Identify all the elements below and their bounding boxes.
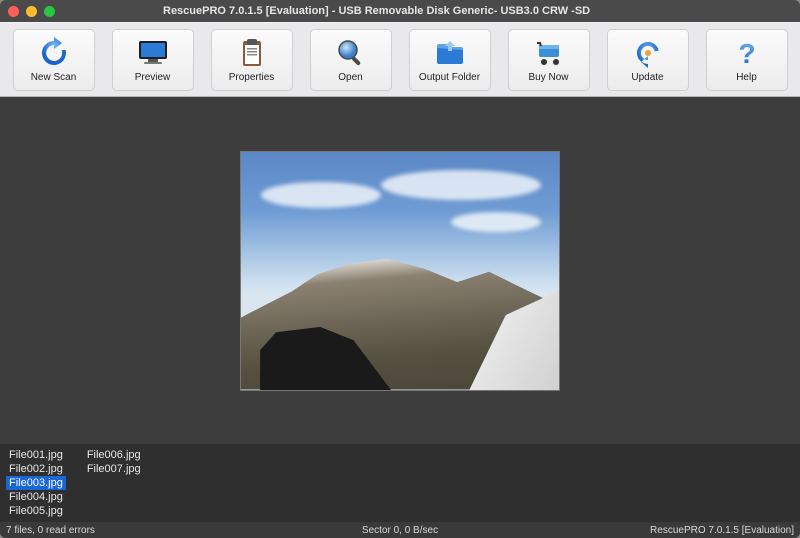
status-left: 7 files, 0 read errors (6, 525, 269, 536)
toolbar-label: Buy Now (528, 72, 568, 83)
toolbar-label: Help (736, 72, 757, 83)
svg-text:?: ? (738, 38, 755, 69)
status-bar: 7 files, 0 read errors Sector 0, 0 B/sec… (0, 522, 800, 538)
monitor-icon (135, 37, 171, 69)
app-window: RescuePRO 7.0.1.5 [Evaluation] - USB Rem… (0, 0, 800, 538)
toolbar-label: New Scan (31, 72, 77, 83)
properties-button[interactable]: Properties (211, 29, 293, 91)
help-button[interactable]: ? Help (706, 29, 788, 91)
status-center: Sector 0, 0 B/sec (269, 525, 532, 536)
close-button[interactable] (8, 6, 19, 17)
magnifier-icon (333, 37, 369, 69)
file-item[interactable]: File007.jpg (84, 462, 144, 476)
file-item[interactable]: File004.jpg (6, 490, 66, 504)
file-item[interactable]: File005.jpg (6, 504, 66, 518)
folder-upload-icon (432, 37, 468, 69)
toolbar-label: Output Folder (419, 72, 480, 83)
open-button[interactable]: Open (310, 29, 392, 91)
file-list: File001.jpgFile002.jpgFile003.jpgFile004… (0, 444, 800, 522)
cart-icon (531, 37, 567, 69)
new-scan-button[interactable]: New Scan (13, 29, 95, 91)
zoom-button[interactable] (44, 6, 55, 17)
sync-icon (630, 37, 666, 69)
update-button[interactable]: Update (607, 29, 689, 91)
output-folder-button[interactable]: Output Folder (409, 29, 491, 91)
question-icon: ? (729, 37, 765, 69)
file-item[interactable]: File001.jpg (6, 448, 66, 462)
toolbar-label: Preview (135, 72, 171, 83)
file-item[interactable]: File006.jpg (84, 448, 144, 462)
toolbar-label: Update (631, 72, 663, 83)
refresh-arrow-icon (36, 37, 72, 69)
file-item[interactable]: File003.jpg (6, 476, 66, 490)
window-controls (8, 6, 55, 17)
preview-area (0, 97, 800, 444)
file-item[interactable]: File002.jpg (6, 462, 66, 476)
toolbar-label: Properties (229, 72, 275, 83)
toolbar: New Scan Preview Properties Open Output (0, 22, 800, 97)
titlebar: RescuePRO 7.0.1.5 [Evaluation] - USB Rem… (0, 0, 800, 22)
status-right: RescuePRO 7.0.1.5 [Evaluation] (531, 525, 794, 536)
preview-button[interactable]: Preview (112, 29, 194, 91)
toolbar-label: Open (338, 72, 362, 83)
window-title: RescuePRO 7.0.1.5 [Evaluation] - USB Rem… (63, 5, 792, 17)
minimize-button[interactable] (26, 6, 37, 17)
preview-image (240, 151, 560, 391)
buy-now-button[interactable]: Buy Now (508, 29, 590, 91)
clipboard-icon (234, 37, 270, 69)
